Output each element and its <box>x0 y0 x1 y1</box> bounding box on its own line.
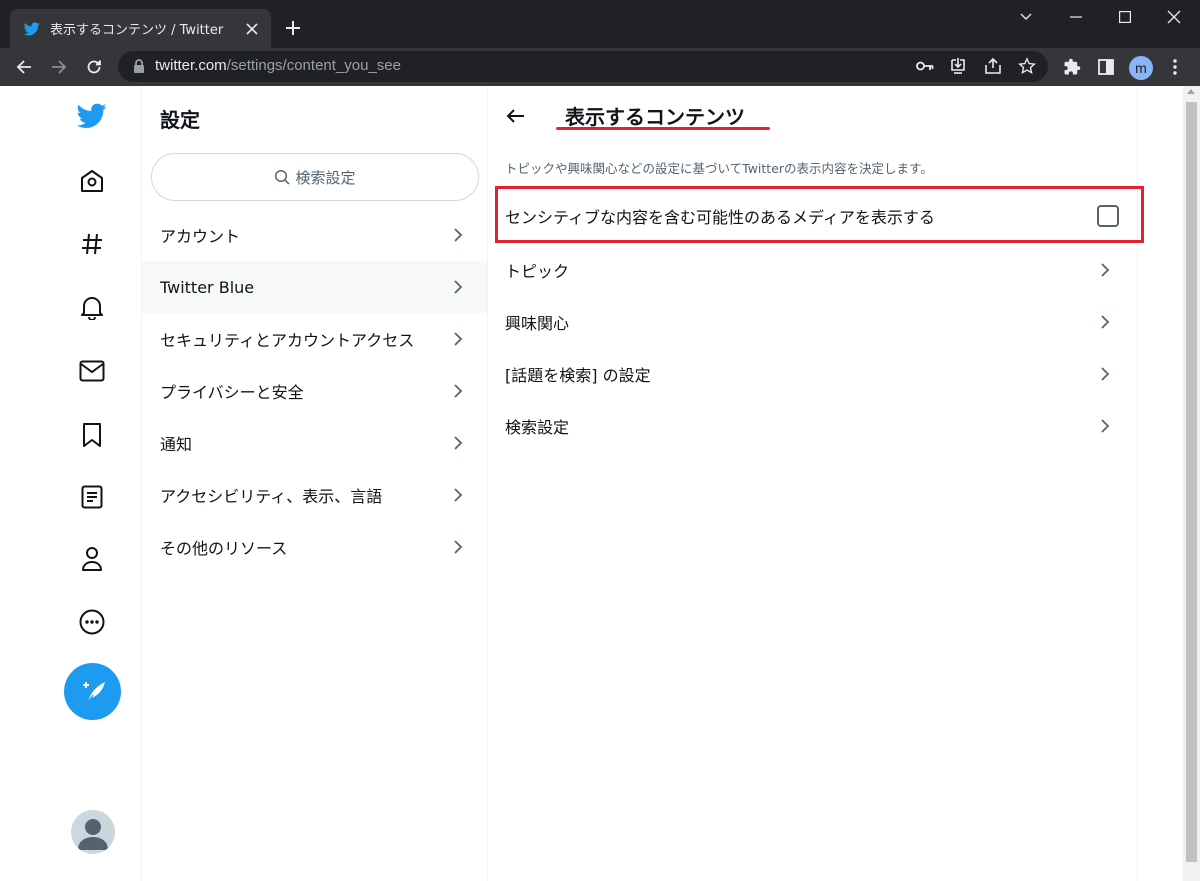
page-scrollbar[interactable] <box>1183 86 1200 881</box>
lists-icon[interactable] <box>77 482 107 512</box>
menu-label: 通知 <box>160 435 193 454</box>
search-placeholder: 検索設定 <box>295 168 356 187</box>
red-highlight-box <box>495 186 1144 243</box>
twitter-favicon-icon <box>24 21 40 37</box>
messages-envelope-icon[interactable] <box>77 356 107 386</box>
settings-item-twitter-blue[interactable]: Twitter Blue <box>142 261 487 313</box>
settings-item-resources[interactable]: その他のリソース <box>142 521 487 573</box>
settings-title: 設定 <box>160 108 200 132</box>
avatar[interactable] <box>71 810 115 854</box>
close-window-icon[interactable] <box>1163 6 1185 28</box>
content-row-topics[interactable]: トピック <box>488 244 1138 296</box>
nav-rail <box>0 86 141 881</box>
title-red-underline <box>556 127 770 130</box>
tweet-compose-button[interactable] <box>64 663 121 720</box>
row-label: 検索設定 <box>505 418 570 437</box>
chevron-right-icon <box>454 228 463 242</box>
extensions-puzzle-icon[interactable] <box>1061 56 1083 78</box>
chevron-right-icon <box>454 332 463 346</box>
minimize-icon[interactable] <box>1065 6 1087 28</box>
side-panel-icon[interactable] <box>1095 56 1117 78</box>
new-tab-icon[interactable] <box>282 17 304 39</box>
profile-avatar-button[interactable]: m <box>1129 56 1153 80</box>
bookmark-star-icon[interactable] <box>1017 56 1037 76</box>
maximize-icon[interactable] <box>1114 6 1136 28</box>
content-row-interests[interactable]: 興味関心 <box>488 296 1138 348</box>
url-text[interactable]: twitter.com/settings/content_you_see <box>155 57 401 74</box>
chevron-right-icon <box>454 280 463 294</box>
menu-label: セキュリティとアカウントアクセス <box>160 331 415 350</box>
browser-tab[interactable]: 表示するコンテンツ / Twitter <box>10 9 271 48</box>
more-icon[interactable] <box>77 607 107 637</box>
settings-item-account[interactable]: アカウント <box>142 209 487 261</box>
home-icon[interactable] <box>77 166 107 196</box>
chevron-right-icon <box>454 384 463 398</box>
menu-label: その他のリソース <box>160 539 288 558</box>
back-icon[interactable] <box>12 55 36 79</box>
chevron-right-icon <box>1101 315 1110 329</box>
tweet-compose-icon <box>79 680 107 704</box>
reload-icon[interactable] <box>82 55 106 79</box>
chevron-right-icon <box>1101 367 1110 381</box>
back-arrow-icon[interactable] <box>504 105 526 127</box>
notifications-bell-icon[interactable] <box>77 292 107 322</box>
settings-item-accessibility[interactable]: アクセシビリティ、表示、言語 <box>142 469 487 521</box>
content-column: 表示するコンテンツ トピックや興味関心などの設定に基づいてTwitterの表示内… <box>488 86 1144 881</box>
address-bar[interactable]: twitter.com/settings/content_you_see <box>118 51 1048 82</box>
search-icon <box>274 169 291 185</box>
lock-icon[interactable] <box>132 58 148 74</box>
twitter-logo-icon[interactable] <box>77 101 107 131</box>
install-app-icon[interactable] <box>948 56 968 76</box>
browser-toolbar: twitter.com/settings/content_you_see m <box>0 48 1200 86</box>
chevron-right-icon <box>1101 419 1110 433</box>
settings-search-input[interactable]: 検索設定 <box>151 153 479 201</box>
menu-label: アクセシビリティ、表示、言語 <box>160 487 383 506</box>
bookmarks-icon[interactable] <box>77 420 107 450</box>
tab-close-icon[interactable] <box>243 20 261 38</box>
share-icon[interactable] <box>983 56 1003 76</box>
menu-label: アカウント <box>160 227 241 246</box>
scroll-up-arrow-icon[interactable] <box>1187 89 1195 94</box>
chevron-right-icon <box>454 488 463 502</box>
settings-column: 設定 検索設定 アカウント Twitter Blue セキュリティとアカウントア… <box>141 86 488 881</box>
menu-label: Twitter Blue <box>160 277 255 297</box>
key-icon[interactable] <box>915 56 935 76</box>
page-title: 表示するコンテンツ <box>565 105 745 129</box>
row-label: トピック <box>505 262 570 281</box>
twitter-page: 設定 検索設定 アカウント Twitter Blue セキュリティとアカウントア… <box>0 86 1183 881</box>
chevron-right-icon <box>1101 263 1110 277</box>
chevron-right-icon <box>454 540 463 554</box>
forward-icon[interactable] <box>47 55 71 79</box>
browser-titlebar: 表示するコンテンツ / Twitter <box>0 0 1200 48</box>
profile-icon[interactable] <box>77 544 107 574</box>
explore-hashtag-icon[interactable] <box>77 229 107 259</box>
menu-label: プライバシーと安全 <box>160 383 304 402</box>
row-label: 興味関心 <box>505 314 570 333</box>
tab-search-chevron-icon[interactable] <box>1015 6 1037 28</box>
content-row-explore-settings[interactable]: [話題を検索] の設定 <box>488 348 1138 400</box>
settings-item-privacy[interactable]: プライバシーと安全 <box>142 365 487 417</box>
chevron-right-icon <box>454 436 463 450</box>
settings-item-security[interactable]: セキュリティとアカウントアクセス <box>142 313 487 365</box>
scrollbar-thumb[interactable] <box>1186 102 1197 862</box>
content-row-search-settings[interactable]: 検索設定 <box>488 400 1138 452</box>
page-description: トピックや興味関心などの設定に基づいてTwitterの表示内容を決定します。 <box>505 161 933 176</box>
row-label: [話題を検索] の設定 <box>505 366 651 385</box>
menu-kebab-icon[interactable] <box>1164 56 1186 78</box>
tab-title: 表示するコンテンツ / Twitter <box>50 23 224 38</box>
settings-item-notifications[interactable]: 通知 <box>142 417 487 469</box>
